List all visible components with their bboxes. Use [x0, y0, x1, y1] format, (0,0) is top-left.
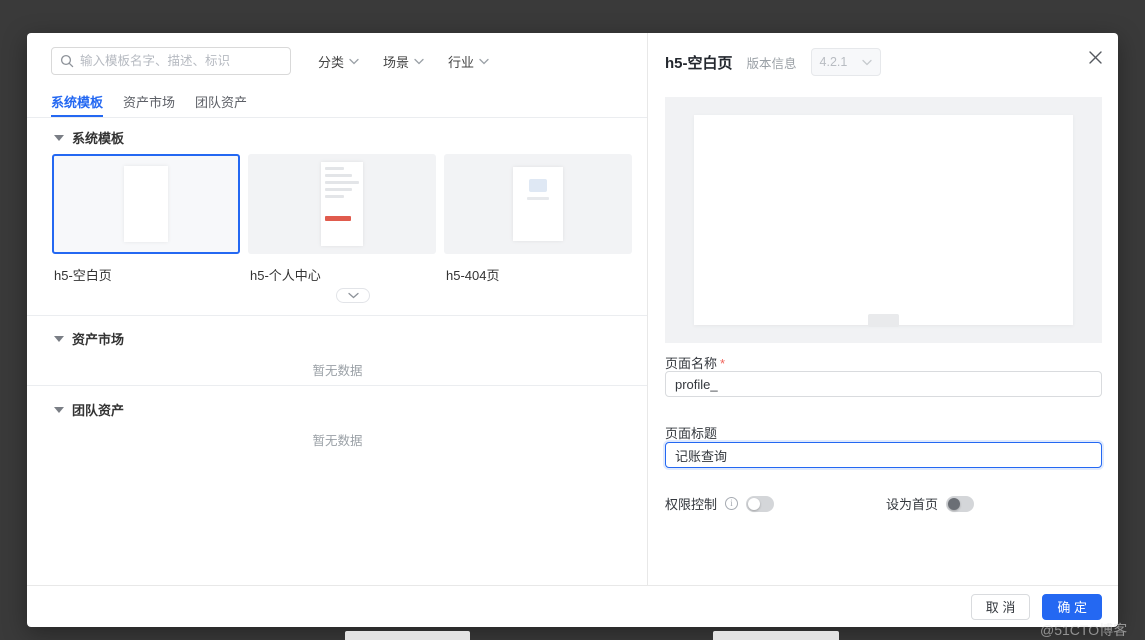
preview-widget	[868, 314, 899, 327]
template-thumbnail-blank	[124, 166, 168, 242]
toggle-knob	[948, 498, 960, 510]
tab-team-assets[interactable]: 团队资产	[195, 87, 247, 117]
confirm-button[interactable]: 确 定	[1042, 594, 1102, 620]
tab-system-templates[interactable]: 系统模板	[51, 87, 103, 117]
info-icon[interactable]: i	[725, 497, 738, 510]
toggle-knob	[748, 498, 760, 510]
filter-industry[interactable]: 行业	[448, 52, 489, 71]
template-list-panel: 分类 场景 行业 系统模板 资产市场 团队资产 系统模板	[27, 33, 648, 585]
template-name: h5-404页	[444, 265, 632, 284]
chevron-down-icon	[349, 58, 359, 65]
section-team-assets[interactable]: 团队资产	[54, 400, 124, 419]
filter-category[interactable]: 分类	[318, 52, 359, 71]
permission-toggle[interactable]	[746, 496, 774, 512]
detail-header: h5-空白页 版本信息 4.2.1	[665, 48, 881, 76]
page-name-label: 页面名称*	[665, 353, 725, 372]
version-select[interactable]: 4.2.1	[811, 48, 881, 76]
caret-down-icon	[54, 135, 64, 141]
section-divider	[27, 385, 647, 386]
permission-label: 权限控制	[665, 494, 717, 513]
set-homepage-group: 设为首页	[886, 494, 974, 513]
detail-title: h5-空白页	[665, 52, 733, 73]
search-input[interactable]	[80, 54, 282, 68]
required-mark: *	[720, 356, 725, 371]
section-title: 资产市场	[72, 329, 124, 348]
homepage-toggle[interactable]	[946, 496, 974, 512]
chevron-down-icon	[348, 292, 359, 299]
empty-state-text: 暂无数据	[27, 360, 648, 379]
template-thumbnail-profile	[321, 162, 363, 246]
template-cards: h5-空白页 h5-个人中心	[52, 154, 632, 284]
page-title-label: 页面标题	[665, 423, 717, 442]
template-name: h5-空白页	[52, 265, 240, 284]
template-item: h5-个人中心	[248, 154, 436, 284]
expand-templates-button[interactable]	[336, 288, 370, 303]
caret-down-icon	[54, 336, 64, 342]
version-label: 版本信息	[747, 53, 797, 72]
section-title: 系统模板	[72, 128, 124, 147]
template-preview	[665, 97, 1102, 343]
template-card-404[interactable]	[444, 154, 632, 254]
chevron-down-icon	[414, 58, 424, 65]
empty-state-text: 暂无数据	[27, 430, 648, 449]
caret-down-icon	[54, 407, 64, 413]
dialog-footer: 取 消 确 定	[27, 585, 1118, 627]
template-search[interactable]	[51, 47, 291, 75]
section-title: 团队资产	[72, 400, 124, 419]
template-detail-panel: h5-空白页 版本信息 4.2.1 页面名称* 页面标题 权限控制	[648, 33, 1118, 585]
filter-scene[interactable]: 场景	[383, 52, 424, 71]
tab-asset-market[interactable]: 资产市场	[123, 87, 175, 117]
template-item: h5-404页	[444, 154, 632, 284]
permission-control-group: 权限控制 i	[665, 494, 774, 513]
toggle-row: 权限控制 i 设为首页	[665, 494, 1102, 512]
template-item: h5-空白页	[52, 154, 240, 284]
page-name-input[interactable]	[665, 371, 1102, 397]
page-name-label-text: 页面名称	[665, 356, 717, 371]
template-card-profile[interactable]	[248, 154, 436, 254]
cancel-button[interactable]: 取 消	[971, 594, 1031, 620]
section-asset-market[interactable]: 资产市场	[54, 329, 124, 348]
filter-category-label: 分类	[318, 52, 344, 71]
chevron-down-icon	[479, 58, 489, 65]
background-page-fragment	[345, 631, 470, 640]
section-divider	[27, 315, 647, 316]
filter-bar: 分类 场景 行业	[318, 47, 489, 75]
close-icon[interactable]	[1087, 49, 1103, 65]
search-icon	[60, 54, 74, 68]
version-value: 4.2.1	[820, 55, 848, 69]
page-title-label-text: 页面标题	[665, 426, 717, 441]
template-name: h5-个人中心	[248, 265, 436, 284]
background-page-fragment	[713, 631, 839, 640]
filter-industry-label: 行业	[448, 52, 474, 71]
preview-blank-page	[694, 115, 1073, 325]
template-dialog: 分类 场景 行业 系统模板 资产市场 团队资产 系统模板	[27, 33, 1118, 627]
homepage-label: 设为首页	[886, 494, 938, 513]
source-tabs: 系统模板 资产市场 团队资产	[51, 87, 247, 117]
chevron-down-icon	[862, 59, 872, 66]
page-title-input[interactable]	[665, 442, 1102, 468]
template-card-blank[interactable]	[52, 154, 240, 254]
filter-scene-label: 场景	[383, 52, 409, 71]
section-system-templates[interactable]: 系统模板	[54, 128, 124, 147]
tabs-divider	[27, 117, 647, 118]
template-thumbnail-404	[513, 167, 563, 241]
